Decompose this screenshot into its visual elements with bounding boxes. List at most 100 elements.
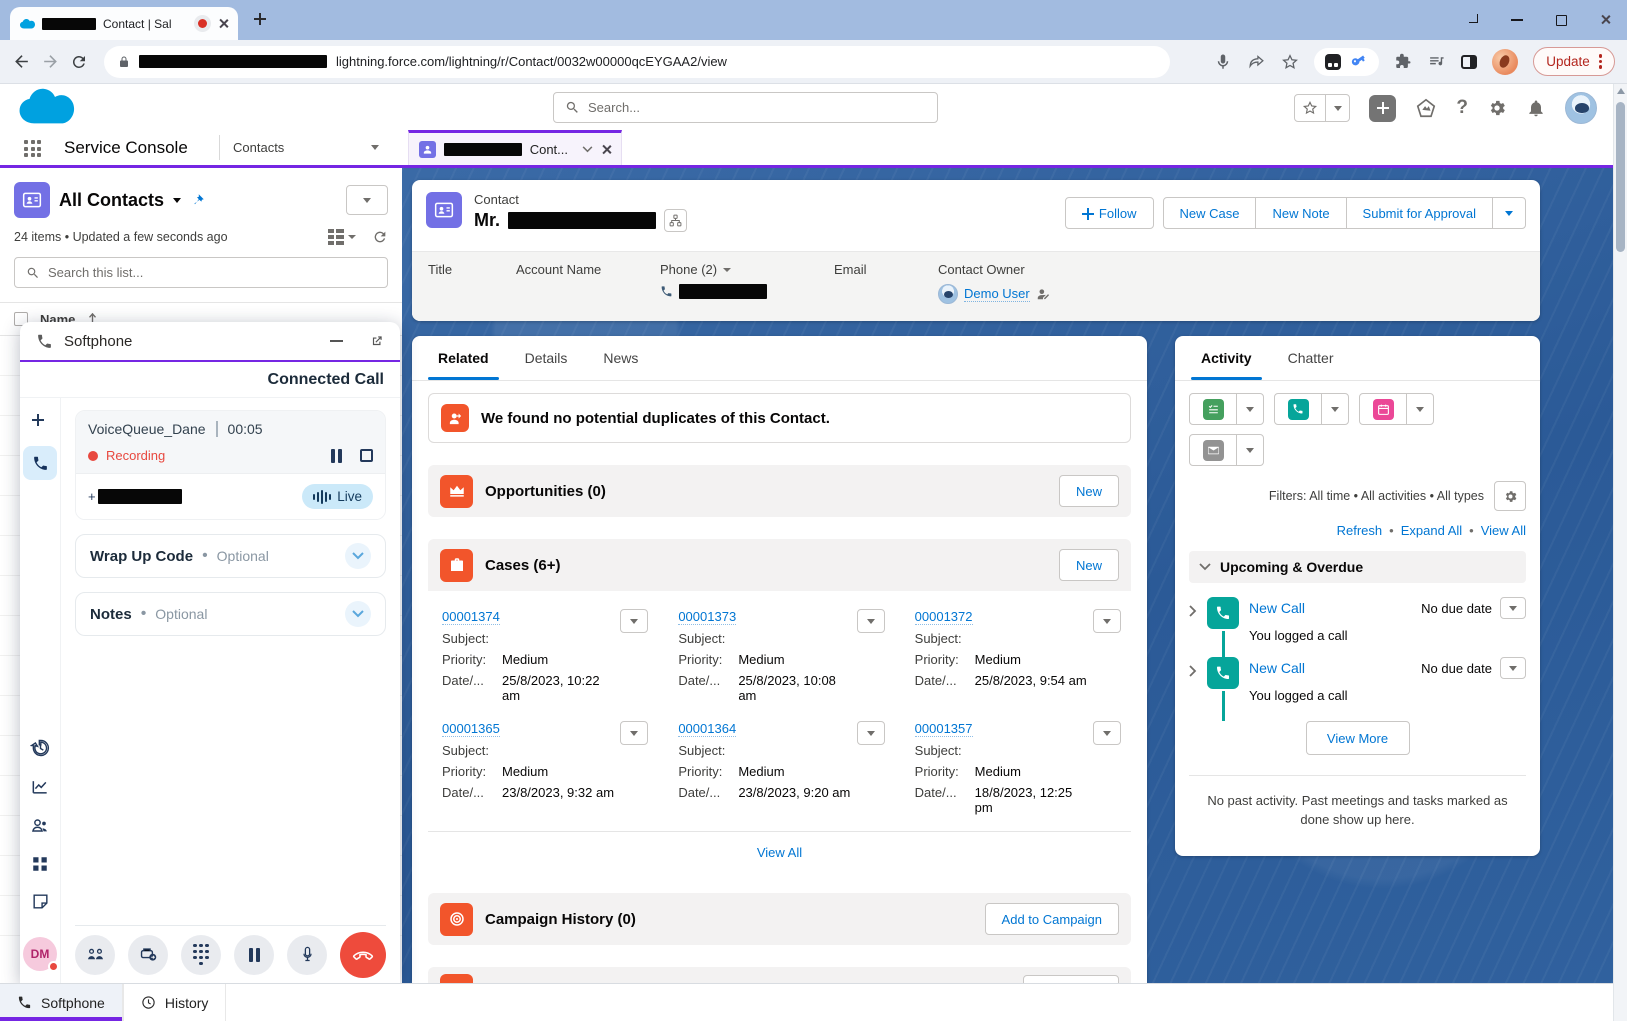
event-dropdown-icon[interactable] [1406,394,1433,424]
more-actions-button[interactable] [1492,197,1526,229]
browser-update-button[interactable]: Update [1533,47,1615,76]
favorites-dropdown-icon[interactable] [1325,95,1349,121]
scrollbar-up-arrow[interactable] [1617,88,1625,94]
section-button[interactable] [1023,975,1119,983]
app-launcher-icon[interactable] [24,140,41,157]
case-link[interactable]: 00001357 [915,721,973,737]
view-more-button[interactable]: View More [1306,721,1410,755]
tab-related[interactable]: Related [420,336,507,380]
help-icon[interactable]: ? [1456,97,1468,119]
lock-icon[interactable] [118,55,130,69]
email-dropdown-icon[interactable] [1236,435,1263,465]
list-search-input[interactable] [48,265,376,280]
case-menu-button[interactable] [620,609,648,633]
browser-tab[interactable]: Contact | Sal [10,7,238,40]
address-bar[interactable]: lightning.force.com/lightning/r/Contact/… [104,46,1170,78]
transfer-button[interactable] [128,935,168,975]
window-maximize-icon[interactable] [1556,15,1567,26]
expand-all-link[interactable]: Expand All [1401,523,1462,538]
collapse-chevron-icon[interactable] [1199,563,1211,571]
stop-recording-icon[interactable] [360,449,373,462]
submit-for-approval-button[interactable]: Submit for Approval [1346,197,1493,229]
new-event-button[interactable] [1360,394,1406,424]
setup-gear-icon[interactable] [1487,98,1507,118]
media-playlist-icon[interactable] [1427,53,1446,70]
tab-details[interactable]: Details [507,336,586,380]
list-view-selector-icon[interactable] [173,198,181,203]
pin-icon[interactable] [190,193,205,208]
opportunities-title[interactable]: Opportunities (0) [485,483,606,500]
bookmark-star-icon[interactable] [1281,53,1299,71]
case-link[interactable]: 00001365 [442,721,500,737]
utility-tab-history[interactable]: History [123,984,227,1021]
follow-button[interactable]: Follow [1065,197,1154,229]
global-actions-icon[interactable] [1369,95,1396,122]
side-panel-icon[interactable] [1461,55,1477,69]
call-dropdown-icon[interactable] [1321,394,1348,424]
browser-profile-avatar[interactable] [1492,49,1518,75]
wrap-up-code-section[interactable]: Wrap Up Code • Optional [75,534,386,578]
new-call-icon[interactable] [32,414,48,430]
activity-title-link[interactable]: New Call [1249,600,1305,616]
apps-grid-icon[interactable] [31,855,49,873]
case-menu-button[interactable] [857,721,885,745]
nav-tab-contacts[interactable]: Contacts [233,130,284,165]
campaign-history-section-header[interactable]: Campaign History (0) Add to Campaign [428,893,1131,945]
case-link[interactable]: 00001373 [678,609,736,625]
tab-news[interactable]: News [585,336,656,380]
upcoming-overdue-header[interactable]: Upcoming & Overdue [1189,551,1526,583]
phone-dropdown-icon[interactable] [723,268,731,272]
global-search-box[interactable] [553,92,938,123]
activity-title-link[interactable]: New Call [1249,660,1305,676]
extension-icon[interactable] [1325,54,1341,70]
new-case-button[interactable]: New Case [1163,197,1257,229]
case-menu-button[interactable] [1093,609,1121,633]
display-as-icon[interactable] [328,229,356,245]
email-button[interactable] [1190,435,1236,465]
cases-title[interactable]: Cases (6+) [485,557,560,574]
new-case-button[interactable]: New [1059,549,1119,581]
user-avatar[interactable] [1565,92,1597,124]
notifications-bell-icon[interactable] [1526,98,1546,118]
hold-button[interactable] [234,935,274,975]
case-link[interactable]: 00001372 [915,609,973,625]
history-icon[interactable] [30,738,50,758]
global-search-input[interactable] [588,100,926,115]
dialpad-button[interactable] [181,935,221,975]
tab-close-icon[interactable] [218,18,229,29]
new-task-button[interactable] [1190,394,1236,424]
activity-menu-button[interactable] [1500,597,1526,619]
reload-icon[interactable] [70,53,88,71]
case-menu-button[interactable] [857,609,885,633]
browser-menu-icon[interactable] [1599,54,1602,68]
record-tab-chevron-icon[interactable] [582,146,593,153]
popout-icon[interactable] [370,334,384,348]
owner-link[interactable]: Demo User [964,286,1030,302]
case-menu-button[interactable] [620,721,648,745]
expand-row-icon[interactable] [1189,605,1197,643]
mic-icon[interactable] [1214,53,1232,71]
change-owner-icon[interactable] [1036,287,1050,301]
expand-wrapup-icon[interactable] [345,543,371,569]
expand-row-icon[interactable] [1189,665,1197,703]
case-link[interactable]: 00001374 [442,609,500,625]
window-menu-chevron-icon[interactable] [1469,14,1478,23]
cases-view-all-link[interactable]: View All [757,845,802,860]
back-icon[interactable] [12,52,31,71]
password-key-icon[interactable] [1351,53,1368,70]
opportunities-section-header[interactable]: Opportunities (0) New [428,465,1131,517]
active-call-tab-icon[interactable] [23,446,57,480]
tab-activity[interactable]: Activity [1183,336,1270,380]
utility-tab-softphone[interactable]: Softphone [0,984,123,1021]
activity-menu-button[interactable] [1500,657,1526,679]
favorites-star-icon[interactable] [1295,95,1325,121]
page-scrollbar[interactable] [1613,84,1627,1021]
record-tab-close-icon[interactable] [601,144,611,154]
view-all-link[interactable]: View All [1481,523,1526,538]
extensions-puzzle-icon[interactable] [1394,53,1412,71]
conference-button[interactable] [75,935,115,975]
new-opportunity-button[interactable]: New [1059,475,1119,507]
new-tab-button[interactable] [254,13,266,25]
refresh-link[interactable]: Refresh [1337,523,1383,538]
notes-section[interactable]: Notes • Optional [75,592,386,636]
